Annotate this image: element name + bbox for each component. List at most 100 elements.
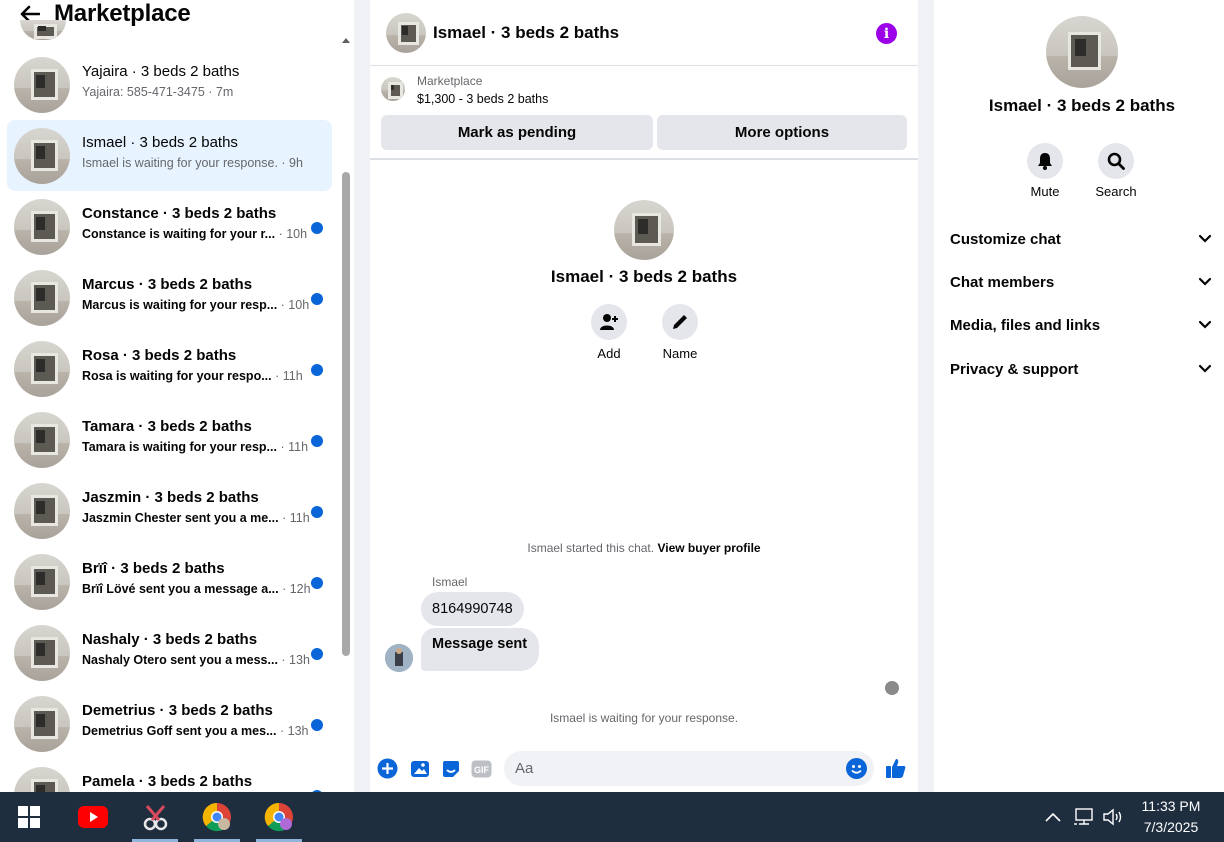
sticker-icon[interactable] [440,758,461,779]
conversation-preview: Marcus is waiting for your resp... · 10h [82,298,310,312]
conversation-item[interactable]: Demetrius · 3 beds 2 baths Demetrius Gof… [7,688,332,759]
row-label: Customize chat [950,231,1061,248]
conversation-name: Ismael · 3 beds 2 baths [82,134,238,151]
system-clock[interactable]: 11:33 PM 7/3/2025 [1128,796,1214,838]
conversation-sidebar: Marketplace Yajaira · 3 beds 2 baths Yaj… [0,0,354,792]
windows-taskbar: 11:33 PM 7/3/2025 [0,792,1224,842]
mark-pending-button[interactable]: Mark as pending [381,115,653,150]
message-input[interactable] [515,751,835,786]
details-avatar [1046,16,1118,88]
conversation-preview: Tamara is waiting for your resp... · 11h [82,440,309,454]
snipping-tool-taskbar-button[interactable] [130,792,180,842]
start-button[interactable] [4,792,54,842]
add-person-button[interactable] [591,304,627,340]
conversation-item[interactable]: Rosa · 3 beds 2 baths Rosa is waiting fo… [7,333,332,404]
chrome-profile-taskbar-button[interactable] [254,792,304,842]
messenger-app: Marketplace Yajaira · 3 beds 2 baths Yaj… [0,0,1224,792]
sidebar-scrollbar[interactable] [338,34,352,792]
volume-icon[interactable] [1102,806,1124,828]
conversation-name: Rosa · 3 beds 2 baths [82,347,237,364]
more-options-button[interactable]: More options [657,115,907,150]
message-sender: Ismael [432,575,468,589]
conversation-preview: Brïî Lövé sent you a message a... · 12h [82,582,311,596]
gif-icon[interactable]: GIF [471,758,492,779]
conversation-item[interactable]: Constance · 3 beds 2 baths Constance is … [7,191,332,262]
conversation-preview: Constance is waiting for your r... · 10h [82,227,308,241]
windows-logo-icon [18,806,40,828]
chevron-up-icon[interactable] [1044,806,1062,828]
chevron-down-icon [1198,320,1212,329]
chat-title[interactable]: Ismael · 3 beds 2 baths [433,23,619,43]
sidebar-title: Marketplace [54,0,191,27]
scissors-icon [143,805,168,831]
conversation-item[interactable]: Tamara · 3 beds 2 baths Tamara is waitin… [7,404,332,475]
conversation-item-selected[interactable]: Ismael · 3 beds 2 baths Ismael is waitin… [7,120,332,191]
svg-text:GIF: GIF [474,765,490,775]
youtube-taskbar-button[interactable] [68,792,118,842]
chevron-down-icon [1198,234,1212,243]
partial-conversation-thumb[interactable] [20,20,66,40]
listing-label: Marketplace [417,74,483,88]
message-composer: GIF [370,748,918,788]
clock-date: 7/3/2025 [1143,819,1199,835]
chevron-down-icon [1198,277,1212,286]
search-label: Search [1095,184,1137,199]
unread-dot [311,719,323,731]
unread-dot [311,293,323,305]
search-button[interactable] [1098,143,1134,179]
listing-thumbnail [14,696,70,752]
listing-thumbnail [14,483,70,539]
scroll-up-arrow-icon[interactable] [342,38,350,43]
listing-thumbnail [14,625,70,681]
chevron-down-icon [1198,364,1212,373]
mute-button[interactable] [1027,143,1063,179]
conversation-item[interactable]: Nashaly · 3 beds 2 baths Nashaly Otero s… [7,617,332,688]
network-icon[interactable] [1073,806,1095,828]
intro-avatar [614,200,674,260]
chrome-taskbar-button[interactable] [192,792,242,842]
media-files-links-row[interactable]: Media, files and links [934,305,1224,345]
sender-avatar[interactable] [385,644,413,672]
details-panel: Ismael · 3 beds 2 baths Mute Search Cust… [934,0,1224,792]
chrome-icon [202,802,231,832]
scrollbar-thumb[interactable] [342,172,350,656]
conversation-item[interactable]: Yajaira · 3 beds 2 baths Yajaira: 585-47… [7,49,332,120]
listing-thumbnail [14,554,70,610]
listing-thumbnail [14,128,70,184]
conversation-item[interactable]: Marcus · 3 beds 2 baths Marcus is waitin… [7,262,332,333]
customize-chat-row[interactable]: Customize chat [934,219,1224,259]
message-bubble[interactable]: Message sent [421,628,539,671]
conversation-preview: Demetrius Goff sent you a mes... · 13h [82,724,309,738]
info-icon[interactable]: i [876,23,897,44]
view-buyer-profile-link[interactable]: View buyer profile [657,541,760,555]
listing-thumbnail [14,767,70,792]
unread-dot [311,506,323,518]
chat-avatar[interactable] [386,13,426,53]
seen-indicator-avatar [885,681,899,695]
listing-thumbnail [14,270,70,326]
conversation-item[interactable]: Brïî · 3 beds 2 baths Brïî Lövé sent you… [7,546,332,617]
listing-thumbnail[interactable] [381,77,405,101]
conversation-name: Pamela · 3 beds 2 baths [82,773,253,790]
conversation-preview: Rosa is waiting for your respo... · 11h [82,369,303,383]
chat-members-row[interactable]: Chat members [934,262,1224,302]
unread-dot [311,364,323,376]
listing-price[interactable]: $1,300 - 3 beds 2 baths [417,92,548,106]
details-name: Ismael · 3 beds 2 baths [988,96,1176,115]
conversation-item[interactable]: Pamela · 3 beds 2 baths [7,759,332,792]
message-bubble[interactable]: 8164990748 [421,592,524,626]
clock-time: 11:33 PM [1141,798,1201,814]
unread-dot [311,222,323,234]
privacy-support-row[interactable]: Privacy & support [934,349,1224,389]
conversation-preview: Jaszmin Chester sent you a me... · 11h [82,511,310,525]
add-label: Add [597,346,621,361]
plus-icon[interactable] [377,758,398,779]
conversation-item[interactable]: Jaszmin · 3 beds 2 baths Jaszmin Chester… [7,475,332,546]
thumbs-up-icon[interactable] [885,757,907,779]
edit-name-button[interactable] [662,304,698,340]
emoji-icon[interactable] [846,758,867,779]
photo-icon[interactable] [409,758,430,779]
add-person-icon [600,314,618,330]
pencil-icon [673,315,687,329]
chat-header: Ismael · 3 beds 2 baths i [370,0,918,66]
